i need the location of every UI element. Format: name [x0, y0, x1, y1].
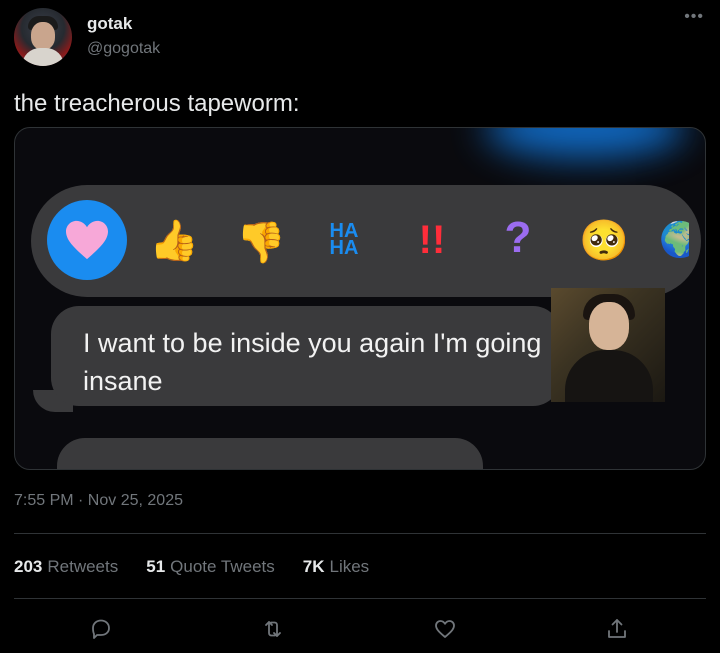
quotes-label: Quote Tweets	[170, 557, 275, 576]
retweets-count: 203	[14, 557, 43, 576]
quotes-count: 51	[146, 557, 166, 576]
thumbs-down-icon: 👎	[236, 220, 286, 265]
next-message-bubble	[57, 438, 483, 469]
selfie-thumbnail	[551, 288, 665, 402]
tweet-text: the treacherous tapeworm:	[14, 90, 300, 117]
likes-stat[interactable]: 7K Likes	[303, 557, 369, 577]
divider	[14, 598, 706, 599]
haha-icon: HA HA	[329, 220, 359, 259]
thumbs-up-icon: 👍	[149, 218, 199, 263]
heart-icon	[47, 200, 127, 280]
quotes-stat[interactable]: 51 Quote Tweets	[146, 557, 275, 577]
tweet-timestamp[interactable]: 7:55 PM · Nov 25, 2025	[14, 492, 183, 510]
retweet-icon[interactable]	[256, 612, 290, 646]
tweet-actions	[14, 612, 706, 648]
more-reactions-icon: 🌍	[659, 217, 689, 263]
share-icon[interactable]	[600, 612, 634, 646]
likes-label: Likes	[329, 557, 370, 576]
tweet-header: gotak @gogotak •••	[14, 8, 706, 68]
reaction-bar: 👍 👎 HA HA !! ? 🥺 🌍	[31, 185, 701, 297]
retweets-label: Retweets	[47, 557, 119, 576]
message-bubble: I want to be inside you again I'm going …	[51, 306, 561, 406]
author-handle[interactable]: @gogotak	[87, 40, 160, 58]
reply-icon[interactable]	[84, 612, 118, 646]
tweet-media[interactable]: 👍 👎 HA HA !! ? 🥺 🌍 I want to be inside y…	[14, 127, 706, 470]
more-options-icon[interactable]: •••	[684, 8, 704, 26]
likes-count: 7K	[302, 557, 325, 576]
avatar-face	[31, 22, 55, 50]
exclamation-icon: !!	[418, 217, 446, 262]
photo-body	[565, 350, 653, 402]
avatar[interactable]	[14, 8, 72, 66]
author-name[interactable]: gotak	[87, 14, 132, 34]
retweets-stat[interactable]: 203 Retweets	[14, 557, 118, 577]
question-icon: ?	[504, 213, 532, 262]
photo-face	[589, 302, 629, 350]
message-text: I want to be inside you again I'm going …	[83, 328, 542, 396]
avatar-body	[22, 48, 64, 66]
pleading-face-icon: 🥺	[579, 218, 629, 263]
screen-glow	[485, 128, 685, 158]
like-icon[interactable]	[428, 612, 462, 646]
divider	[14, 533, 706, 534]
tweet-stats: 203 Retweets 51 Quote Tweets 7K Likes	[14, 557, 369, 577]
